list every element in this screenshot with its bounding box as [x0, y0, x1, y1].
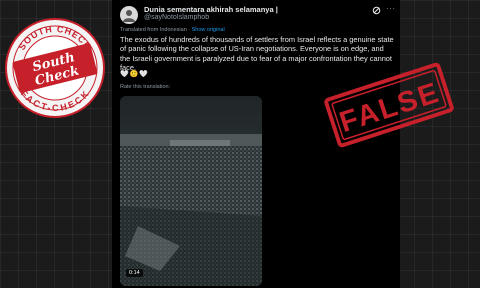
translation-prefix: Translated from Indonesian ·: [120, 27, 191, 33]
grok-icon[interactable]: [372, 6, 381, 15]
avatar[interactable]: [120, 6, 138, 24]
video-frame: [120, 96, 262, 286]
post-emoji: 🤍🙂🤍: [120, 71, 150, 78]
author-display-name[interactable]: Dunia sementara akhirah selamanya |: [144, 5, 278, 14]
show-original-link[interactable]: Show original: [192, 27, 225, 33]
social-post: Dunia sementara akhirah selamanya | @say…: [112, 0, 400, 288]
translation-notice: Translated from Indonesian · Show origin…: [120, 27, 225, 33]
author-handle[interactable]: @sayNotoIslamphob: [144, 14, 209, 21]
rate-translation: Rate this translation:: [120, 84, 170, 90]
more-options-icon[interactable]: ···: [386, 4, 396, 13]
post-text: The exodus of hundreds of thousands of s…: [120, 35, 394, 73]
user-icon: [123, 10, 135, 22]
video-player[interactable]: 0:14: [120, 96, 262, 286]
video-duration: 0:14: [126, 269, 143, 277]
south-check-logo: SOUTH CHECK FACT-CHECK South Check: [3, 16, 107, 120]
rate-translation-label: Rate this translation:: [120, 84, 171, 90]
